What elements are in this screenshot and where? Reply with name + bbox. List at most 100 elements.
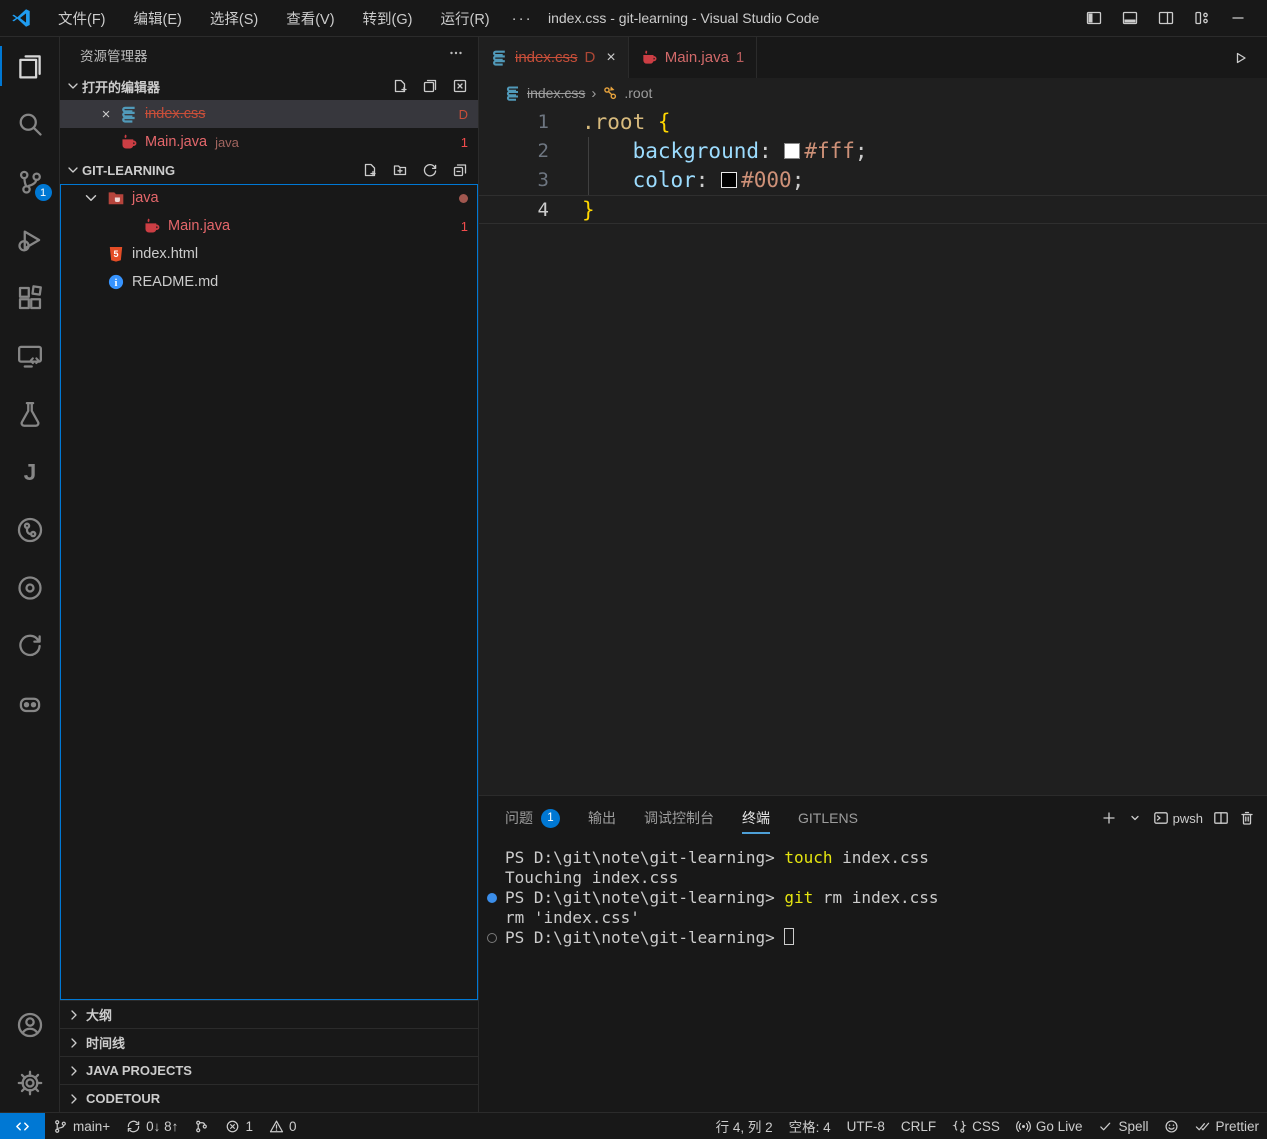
activitybar-settings-gear[interactable]	[0, 1054, 60, 1112]
live-share-icon	[16, 574, 44, 602]
status-utf-8[interactable]: UTF-8	[839, 1113, 893, 1139]
menu-edit[interactable]: 编辑(E)	[122, 4, 194, 33]
close-icon[interactable]: ×	[98, 106, 114, 123]
menu-selection[interactable]: 选择(S)	[198, 4, 270, 33]
collapse-all-button[interactable]	[450, 160, 470, 180]
layout-sidebar-button[interactable]	[1079, 5, 1109, 31]
sidebar-section-时间线[interactable]: 时间线	[60, 1028, 478, 1056]
status-git-graph[interactable]	[186, 1113, 217, 1139]
refresh-button[interactable]	[420, 160, 440, 180]
tree-item-index-html[interactable]: 5index.html	[60, 240, 478, 268]
status-remote[interactable]	[0, 1113, 45, 1139]
color-swatch[interactable]	[784, 143, 800, 159]
minimize-button[interactable]	[1223, 5, 1253, 31]
chevron-down-icon[interactable]	[64, 161, 82, 179]
command-decoration[interactable]	[487, 933, 497, 943]
layout-panel-button[interactable]	[1115, 5, 1145, 31]
chevron-down-icon[interactable]	[64, 77, 82, 95]
activitybar-run-debug[interactable]	[0, 211, 60, 269]
breadcrumb-symbol[interactable]: .root	[624, 85, 652, 101]
chevron-right-icon	[66, 1007, 82, 1023]
token: }	[582, 198, 595, 222]
tree-item-main-java[interactable]: Main.java1	[60, 212, 478, 240]
panel-tab-终端[interactable]: 终端	[742, 796, 770, 840]
menu-file[interactable]: 文件(F)	[46, 4, 118, 33]
tree-item-java[interactable]: java	[60, 184, 478, 212]
activitybar-search[interactable]	[0, 95, 60, 153]
status-branch[interactable]: main+	[45, 1113, 118, 1139]
tree-item-readme-md[interactable]: iREADME.md	[60, 268, 478, 296]
breadcrumb-file[interactable]: index.css	[527, 85, 585, 101]
activitybar-gitlens[interactable]	[0, 501, 60, 559]
code-editor[interactable]: 1.root {2 background: #fff;3 color: #000…	[479, 108, 1267, 795]
tab-main-java[interactable]: Main.java1	[629, 37, 758, 78]
status-css[interactable]: CSS	[944, 1113, 1008, 1139]
close-all-button[interactable]	[450, 76, 470, 96]
vscode-window: 文件(F)编辑(E)选择(S)查看(V)转到(G)运行(R) ··· index…	[0, 0, 1267, 1139]
status-sync[interactable]: 0↓ 8↑	[118, 1113, 186, 1139]
open-editor-item[interactable]: Main.javajava1	[60, 128, 478, 156]
status-go-live[interactable]: Go Live	[1008, 1113, 1091, 1139]
open-editors-header[interactable]: 打开的编辑器	[60, 72, 478, 100]
terminal-output[interactable]: PS D:\git\note\git-learning> touch index…	[479, 840, 1267, 1112]
activitybar-source-control[interactable]: 1	[0, 153, 60, 211]
customize-layout-button[interactable]	[1187, 5, 1217, 31]
code-line-4[interactable]: 4}	[479, 195, 1267, 224]
new-file-button[interactable]	[360, 160, 380, 180]
more-actions-icon[interactable]	[448, 45, 464, 64]
color-swatch[interactable]	[721, 172, 737, 188]
activitybar-remote-explorer[interactable]	[0, 327, 60, 385]
panel-tab-输出[interactable]: 输出	[588, 796, 616, 840]
split-terminal-button[interactable]	[1213, 810, 1229, 826]
more-actions-icon[interactable]	[448, 45, 464, 61]
status--4-2[interactable]: 行 4, 列 2	[708, 1113, 781, 1139]
run-button[interactable]	[1227, 45, 1253, 71]
code-line-1[interactable]: 1.root {	[479, 108, 1267, 137]
save-all-button[interactable]	[420, 76, 440, 96]
token: ;	[792, 168, 805, 192]
file-label: index.html	[132, 246, 198, 262]
menu-overflow[interactable]: ···	[502, 6, 543, 31]
status--4[interactable]: 空格: 4	[781, 1113, 839, 1139]
status-text: UTF-8	[847, 1119, 885, 1134]
kill-terminal-button[interactable]	[1239, 810, 1255, 826]
panel-tab-调试控制台[interactable]: 调试控制台	[644, 796, 714, 840]
status-spell[interactable]: Spell	[1090, 1113, 1156, 1139]
new-untitled-file-button[interactable]	[390, 76, 410, 96]
breadcrumb[interactable]: index.css›.root	[479, 78, 1267, 108]
terminal-dropdown-button[interactable]	[1127, 810, 1143, 826]
tab-index-css[interactable]: index.cssD×	[479, 37, 629, 78]
new-folder-button[interactable]	[390, 160, 410, 180]
status-error-circle[interactable]: 1	[217, 1113, 261, 1139]
status-warning-triangle[interactable]: 0	[261, 1113, 305, 1139]
activitybar-testing[interactable]	[0, 385, 60, 443]
activitybar-live-share[interactable]	[0, 559, 60, 617]
java-file-icon	[120, 133, 138, 151]
status-prettier[interactable]: Prettier	[1187, 1113, 1267, 1139]
menu-run[interactable]: 运行(R)	[428, 4, 501, 33]
project-section-header[interactable]: GIT-LEARNING	[60, 156, 478, 184]
sidebar-section-java-projects[interactable]: JAVA PROJECTS	[60, 1056, 478, 1084]
status-smiley[interactable]	[1156, 1113, 1187, 1139]
activitybar-codetour[interactable]	[0, 617, 60, 675]
code-line-3[interactable]: 3 color: #000;	[479, 166, 1267, 195]
activitybar-account[interactable]	[0, 996, 60, 1054]
sidebar-section-codetour[interactable]: CODETOUR	[60, 1084, 478, 1112]
activitybar-copilot[interactable]	[0, 675, 60, 733]
panel-tab-问题[interactable]: 问题1	[505, 796, 560, 840]
pwsh-shell-button[interactable]: pwsh	[1153, 810, 1203, 826]
open-editor-item[interactable]: ×index.cssD	[60, 100, 478, 128]
activitybar-extensions[interactable]	[0, 269, 60, 327]
activitybar-java[interactable]: J	[0, 443, 60, 501]
code-line-2[interactable]: 2 background: #fff;	[479, 137, 1267, 166]
sidebar-section-大纲[interactable]: 大纲	[60, 1000, 478, 1028]
panel-tab-gitlens[interactable]: GITLENS	[798, 796, 858, 840]
activitybar-explorer[interactable]	[0, 37, 60, 95]
command-decoration[interactable]	[487, 893, 497, 903]
new-terminal-button[interactable]	[1101, 810, 1117, 826]
layout-secondary-sidebar-button[interactable]	[1151, 5, 1181, 31]
close-icon[interactable]: ×	[606, 49, 615, 67]
menu-go[interactable]: 转到(G)	[351, 4, 425, 33]
status-crlf[interactable]: CRLF	[893, 1113, 944, 1139]
menu-view[interactable]: 查看(V)	[274, 4, 346, 33]
